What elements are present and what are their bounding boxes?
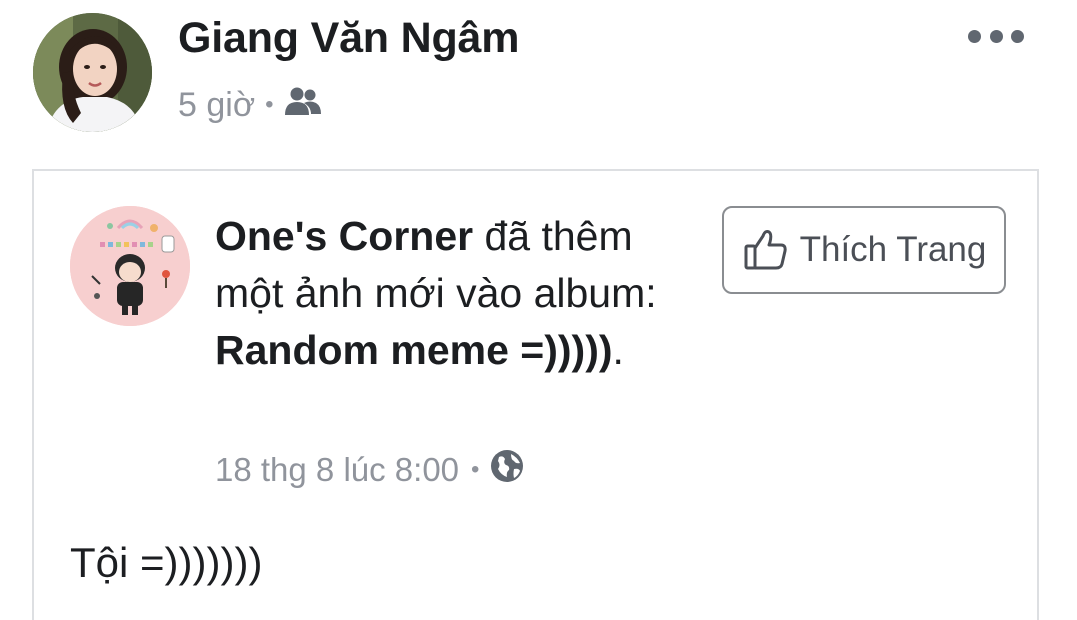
more-options-icon — [968, 29, 981, 43]
meta-separator: • — [265, 91, 274, 118]
share-activity-text: One's Corner đã thêm một ảnh mới vào alb… — [215, 208, 705, 379]
globe-icon[interactable] — [489, 448, 525, 492]
author-avatar[interactable] — [33, 13, 152, 132]
shared-post-card[interactable]: One's Corner đã thêm một ảnh mới vào alb… — [32, 169, 1039, 620]
post-time[interactable]: 5 giờ — [178, 86, 255, 125]
shared-post-meta: 18 thg 8 lúc 8:00 • — [215, 446, 525, 494]
post-meta: 5 giờ • — [178, 83, 322, 127]
friends-icon[interactable] — [284, 86, 322, 125]
thumbs-up-icon — [744, 230, 787, 270]
post-caption: Tội =))))))) — [70, 539, 263, 586]
like-page-button[interactable]: Thích Trang — [722, 206, 1006, 294]
activity-end-punct: . — [612, 327, 624, 373]
album-name-link[interactable]: Random meme =))))) — [215, 327, 613, 373]
meta-separator: • — [471, 456, 480, 483]
more-options-dot — [1011, 29, 1024, 43]
shared-post-timestamp[interactable]: 18 thg 8 lúc 8:00 — [215, 451, 459, 489]
more-options-button[interactable] — [968, 18, 1024, 54]
page-avatar[interactable] — [70, 206, 190, 326]
facebook-post: Giang Văn Ngâm 5 giờ • One's Corner đã t… — [0, 0, 1077, 620]
more-options-dot — [989, 29, 1003, 43]
like-page-label: Thích Trang — [799, 230, 987, 269]
page-name-link[interactable]: One's Corner — [215, 213, 473, 259]
author-name[interactable]: Giang Văn Ngâm — [178, 14, 519, 63]
